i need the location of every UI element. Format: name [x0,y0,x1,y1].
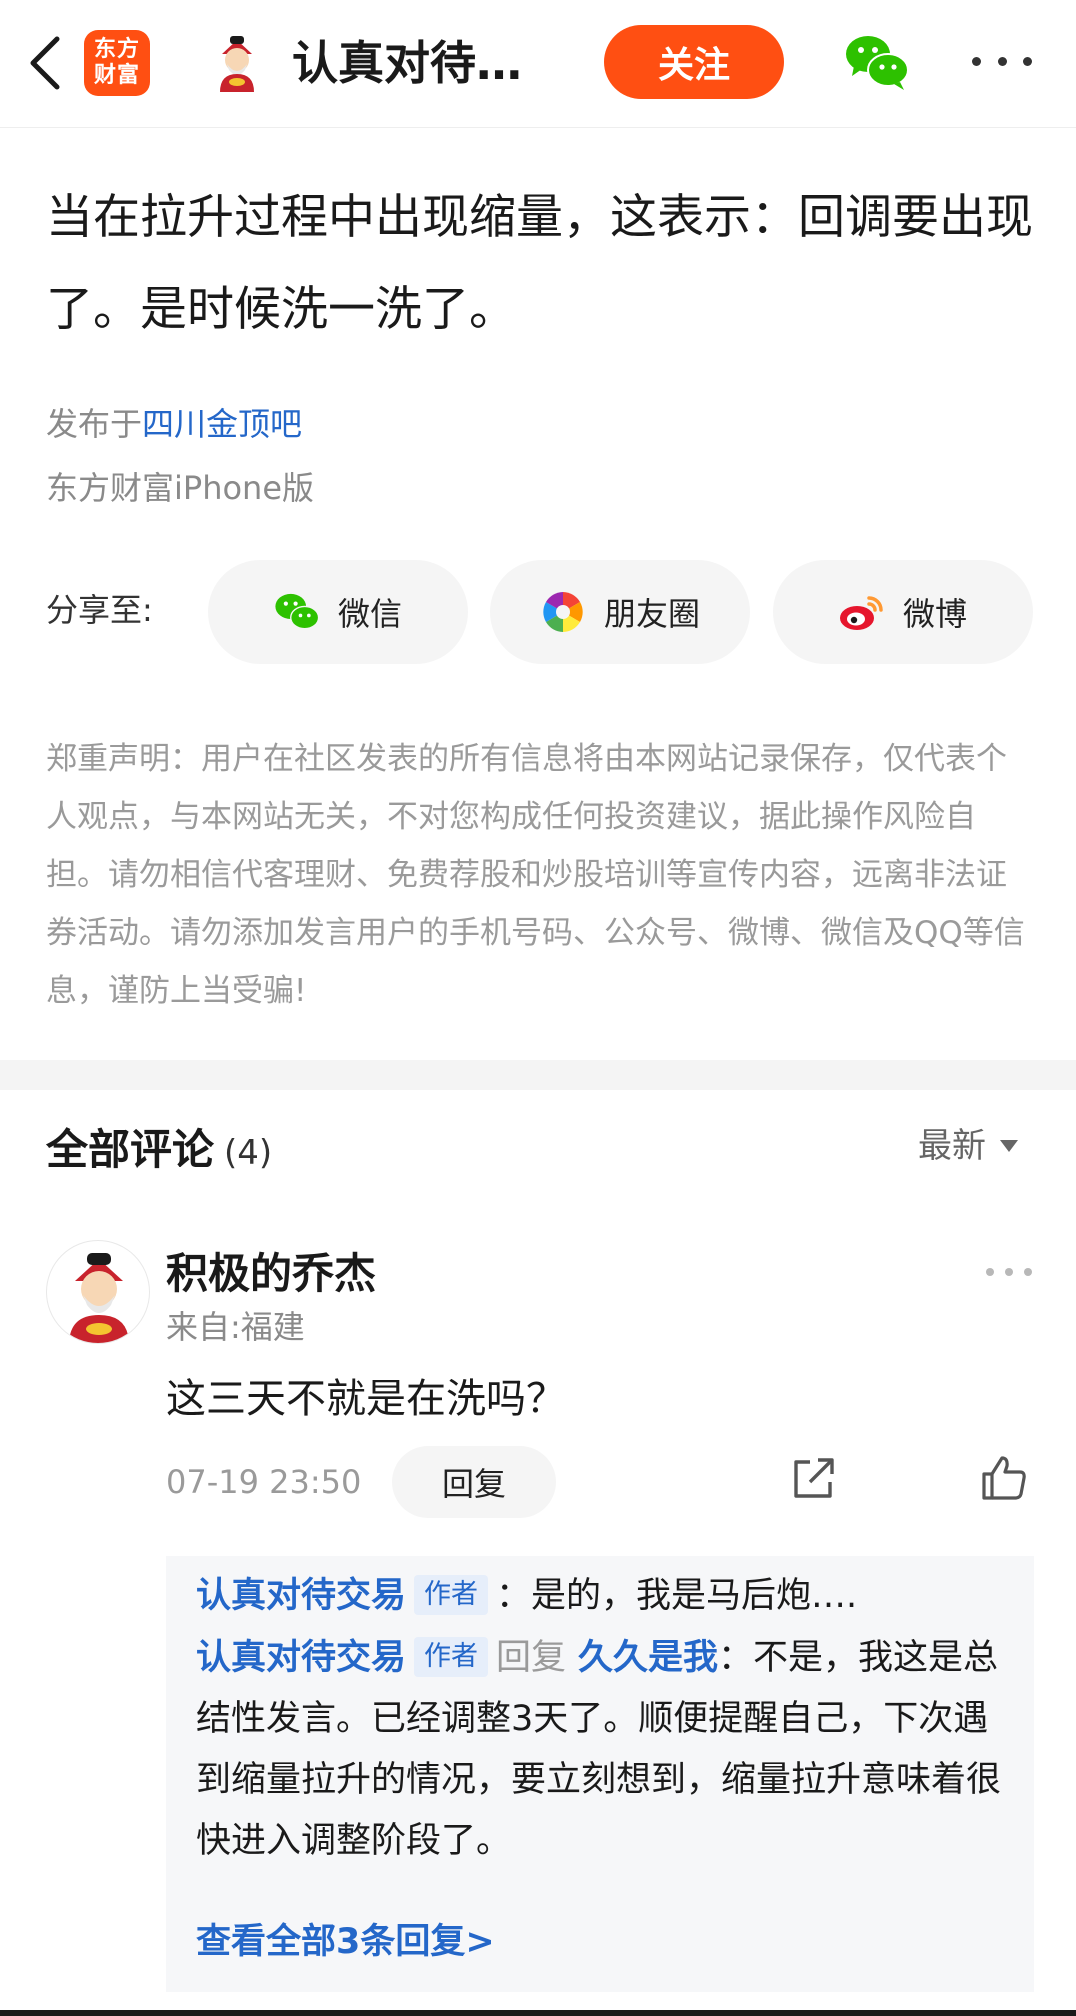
comments-count: (4) [224,1133,273,1173]
forum-link[interactable]: 四川金顶吧 [142,405,302,443]
comment-more-icon[interactable] [986,1264,1032,1280]
comments-title: 全部评论 [46,1125,215,1174]
view-all-replies-link[interactable]: 查看全部3条回复> [196,1912,495,1972]
share-wechat-button[interactable]: 微信 [208,560,468,664]
triangle-down-icon [1000,1140,1018,1152]
share-weibo-button[interactable]: 微博 [773,560,1033,664]
commenter-avatar[interactable] [46,1240,150,1344]
top-nav-bar: 东方财富 认真对待… 关注 [0,0,1076,128]
reply-author-link[interactable]: 认真对待交易 [196,1638,406,1678]
share-label: 分享至: [46,591,153,629]
weibo-icon [839,589,885,635]
wechat-icon [274,589,320,635]
reply-button[interactable]: 回复 [392,1446,556,1518]
comment-location: 来自:福建 [166,1308,305,1346]
app-logo[interactable]: 东方财富 [84,30,150,96]
header-title: 认真对待… [292,36,522,90]
author-badge: 作者 [414,1637,489,1677]
replies-box: 认真对待交易 作者 ：是的，我是马后炮…. 认真对待交易 作者 回复 久久是我：不是，我这… [166,1556,1034,1992]
post-client: 东方财富iPhone版 [46,469,315,507]
reply-text: ：是的，我是马后炮…. [496,1576,858,1616]
back-chevron-icon[interactable] [22,30,66,96]
screen-bottom-edge [0,2010,1076,2016]
reply-word: 回复 [496,1638,567,1678]
post-forum-line: 发布于四川金顶吧 [46,400,302,448]
comments-header: 全部评论 (4) [46,1120,272,1183]
sort-label: 最新 [918,1126,986,1166]
disclaimer-text: 郑重声明：用户在社区发表的所有信息将由本网站记录保存，仅代表个人观点，与本网站无… [46,741,1025,1009]
comment-time: 07-19 23:50 [166,1463,362,1501]
moments-aperture-icon [540,589,586,635]
reply-author-link[interactable]: 认真对待交易 [196,1576,406,1616]
reply-to-user-link[interactable]: 久久是我 [578,1638,718,1678]
reply-item: 认真对待交易 作者 ：是的，我是马后炮…. [196,1566,857,1626]
section-divider [0,1060,1076,1090]
reply-item: 认真对待交易 作者 回复 久久是我：不是，我这是总结性发言。已经调整3天了。顺便提醒自… [196,1628,1012,1872]
more-options-icon[interactable] [972,46,1032,76]
share-external-icon[interactable] [790,1456,836,1502]
share-weibo-label: 微博 [902,595,967,633]
author-avatar-icon[interactable] [208,34,266,92]
thumbs-up-icon[interactable] [980,1454,1028,1502]
follow-button[interactable]: 关注 [604,25,784,99]
comment-text: 这三天不就是在洗吗？ [166,1376,566,1422]
wechat-icon[interactable] [844,32,910,92]
share-wechat-label: 微信 [337,595,402,633]
post-title: 当在拉升过程中出现缩量，这表示：回调要出现了。是时候洗一洗了。 [46,190,1033,337]
published-prefix: 发布于 [46,405,143,443]
sort-dropdown[interactable]: 最新 [918,1118,1018,1174]
author-badge: 作者 [414,1575,489,1615]
comment-username[interactable]: 积极的乔杰 [166,1246,376,1302]
share-moments-label: 朋友圈 [603,595,700,633]
share-moments-button[interactable]: 朋友圈 [490,560,750,664]
